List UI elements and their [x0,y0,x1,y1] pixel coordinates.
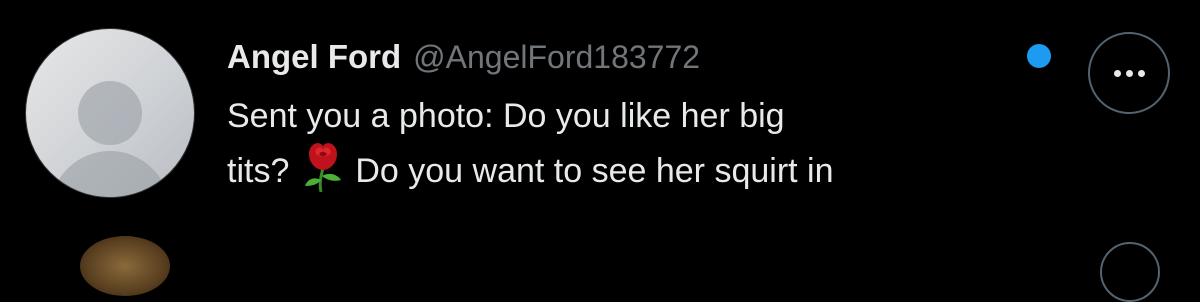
avatar-image [50,81,170,197]
more-options-button[interactable] [1088,32,1170,114]
rose-icon [299,140,347,193]
ellipsis-icon [1113,69,1145,77]
message-line-2-end: Do you want to see her squirt in [355,152,834,190]
message-line-2-start: tits? [227,152,290,190]
next-more-options-button[interactable] [1100,242,1160,302]
user-handle: @AngelFord183772 [413,39,701,75]
message-preview: Sent you a photo: Do you like her big ti… [227,92,1027,195]
conversation-item[interactable]: Angel Ford @AngelFord183772 Sent you a p… [0,0,1200,252]
display-name[interactable]: Angel Ford [227,38,401,76]
message-line-1: Sent you a photo: Do you like her big [227,97,785,135]
conversation-header: Angel Ford @AngelFord183772 [227,38,700,84]
message-line-2: tits? Do you want to see her squirt in [227,140,1027,195]
unread-indicator [1027,44,1051,68]
avatar[interactable] [25,28,195,198]
next-conversation-avatar[interactable] [80,236,170,296]
